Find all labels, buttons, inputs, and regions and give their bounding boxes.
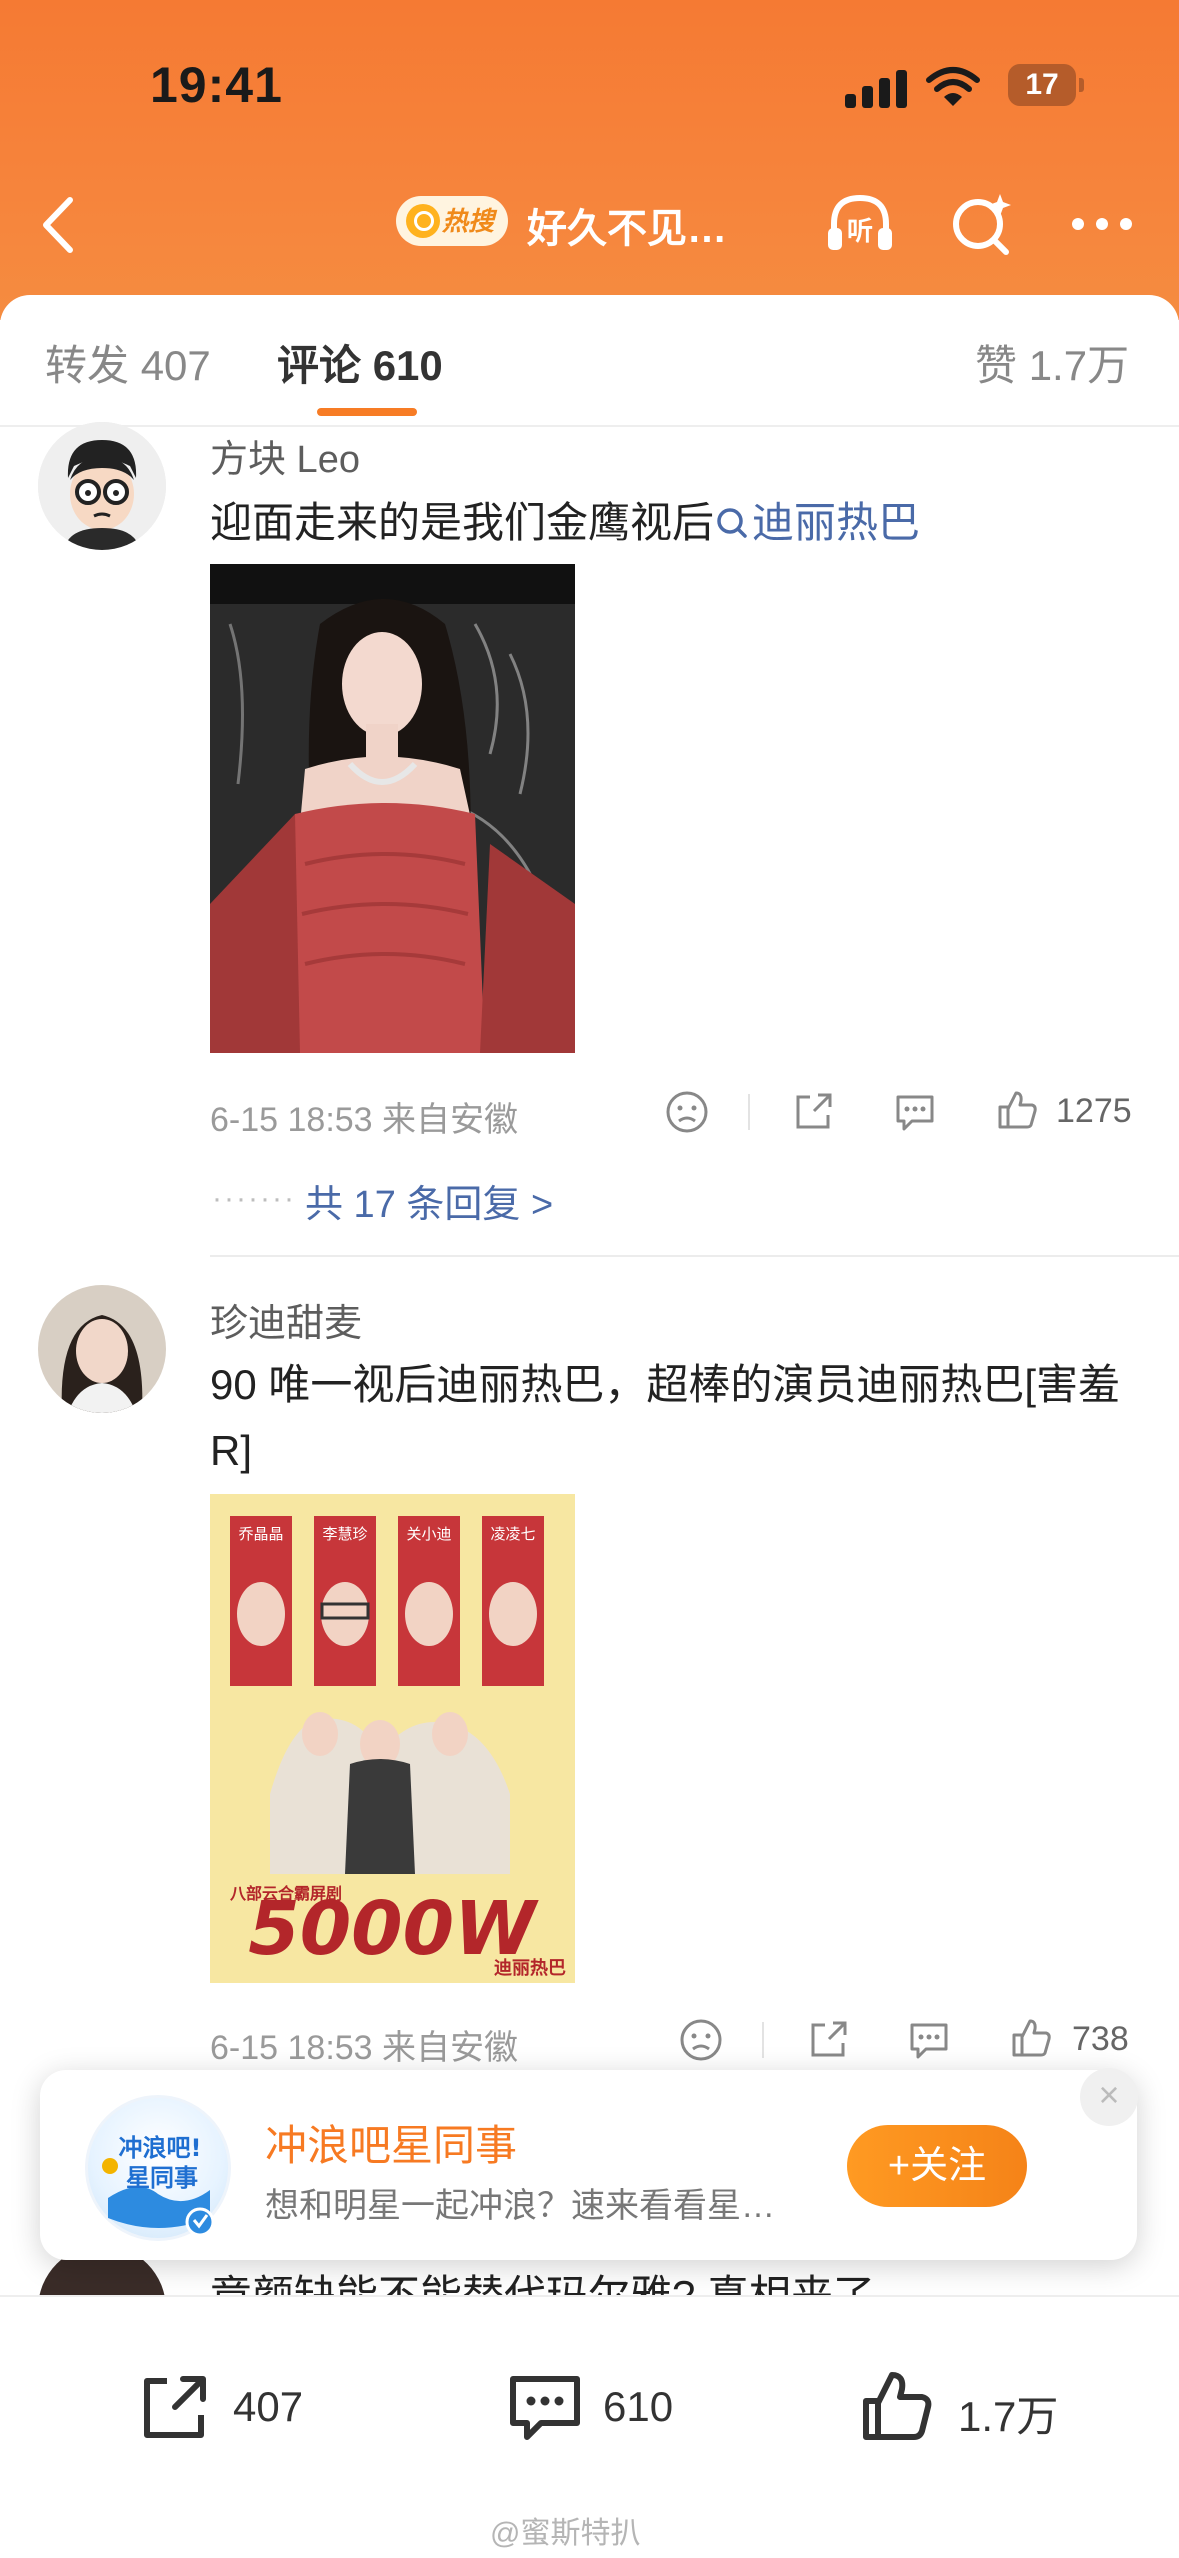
wifi-icon [926, 67, 980, 106]
avatar[interactable] [38, 422, 166, 550]
repost-count: 407 [233, 2383, 304, 2430]
reply-comment-icon[interactable] [892, 1089, 938, 1135]
tab-reposts[interactable]: 转发 407 [45, 332, 211, 393]
tab-likes[interactable]: 赞 1.7万 [975, 332, 1129, 393]
hot-search-badge[interactable]: 热搜 [396, 196, 508, 246]
logo-text-2: 星同事 [126, 2164, 198, 2192]
tab-bar: 转发 407 评论 610 赞 1.7万 [0, 300, 1179, 427]
logo-text-1: 冲浪吧! [119, 2134, 202, 2162]
action-separator [748, 1094, 750, 1130]
red-carpet-photo [210, 564, 575, 1053]
comment-text: 90 唯一视后迪丽热巴，超棒的演员迪丽热巴[害羞 R] [210, 1361, 1121, 1474]
surf-logo-icon: 冲浪吧! 星同事 [102, 2134, 215, 2237]
status-time: 19:41 [150, 57, 283, 113]
svg-text:听: 听 [847, 217, 873, 247]
poster-name-1: 乔晶晶 [238, 1525, 283, 1543]
repost-icon [144, 2376, 206, 2438]
drama-poster-image: 乔晶晶 李慧珍 关小迪 凌凌七 八部云合霸屏剧 5000W 迪丽热巴 [210, 1494, 575, 1983]
comment-photo[interactable]: 乔晶晶 李慧珍 关小迪 凌凌七 八部云合霸屏剧 5000W 迪丽热巴 [210, 1494, 575, 1983]
reply-comment-icon[interactable] [906, 2017, 952, 2063]
nav-bar: 热搜 好久不见… 听 [0, 170, 1179, 280]
dislike-face-icon[interactable] [664, 1089, 710, 1135]
more-options-icon[interactable] [1064, 184, 1144, 264]
like-count: 1275 [1056, 1092, 1132, 1130]
dislike-face-icon[interactable] [678, 2017, 724, 2063]
topic-link[interactable]: 迪丽热巴 [714, 499, 920, 546]
cartoon-avatar-icon [38, 422, 166, 550]
comment-icon [510, 2376, 580, 2440]
cellular-signal-icon [845, 68, 907, 108]
comment-text: 迎面走来的是我们金鹰视后 迪丽热巴 [210, 499, 921, 546]
like-thumb-icon[interactable] [1008, 2015, 1054, 2061]
page-title[interactable]: 好久不见… [527, 196, 727, 254]
poster-name-2: 李慧珍 [322, 1525, 367, 1543]
user-photo-avatar [38, 1285, 166, 1413]
follow-suggestion-popup: 冲浪吧! 星同事 冲浪吧星同事 想和明星一起冲浪？速来看看星… +关注 × [40, 2068, 1138, 2260]
account-name[interactable]: 冲浪吧星同事 [265, 2112, 517, 2173]
tab-comments[interactable]: 评论 610 [277, 332, 443, 393]
account-description: 想和明星一起冲浪？速来看看星… [265, 2187, 775, 2225]
account-avatar[interactable]: 冲浪吧! 星同事 [85, 2095, 231, 2241]
back-arrow-icon[interactable] [30, 190, 90, 260]
comment-button[interactable]: 610 [505, 2367, 705, 2447]
comment-username[interactable]: 珍迪甜麦 [210, 1292, 362, 1347]
comment-photo[interactable] [210, 564, 575, 1053]
share-icon[interactable] [790, 1089, 836, 1135]
comment-count: 610 [603, 2383, 674, 2430]
poster-name-4: 凌凌七 [490, 1525, 535, 1543]
listen-headphones-icon[interactable]: 听 [820, 184, 900, 264]
follow-button[interactable]: +关注 [847, 2125, 1027, 2207]
view-replies-link[interactable]: 共 17 条回复 > [305, 1173, 553, 1228]
like-thumb-icon[interactable] [994, 1087, 1040, 1133]
like-icon [863, 2372, 932, 2440]
active-tab-indicator [317, 408, 417, 416]
share-icon[interactable] [805, 2017, 851, 2063]
like-total: 1.7万 [958, 2393, 1059, 2440]
comment-meta: 6-15 18:53 来自安徽 [210, 1101, 519, 1139]
avatar[interactable] [38, 1285, 166, 1413]
like-button[interactable]: 1.7万 [858, 2367, 1078, 2447]
comment-divider [210, 1255, 1179, 1257]
poster-brand: 迪丽热巴 [494, 1957, 566, 1979]
repost-button[interactable]: 407 [135, 2367, 335, 2447]
comment-meta: 6-15 18:53 来自安徽 [210, 2029, 519, 2067]
like-count: 738 [1072, 2020, 1129, 2058]
search-sparkle-icon[interactable] [942, 184, 1022, 264]
topic-search-icon [717, 508, 747, 538]
reply-thread-dots: ······· [212, 1182, 296, 1215]
watermark: @蜜斯特扒 [490, 2517, 641, 2550]
poster-name-3: 关小迪 [406, 1525, 451, 1543]
action-separator [762, 2022, 764, 2058]
close-icon[interactable]: × [1080, 2068, 1138, 2126]
comment-username[interactable]: 方块 Leo [210, 428, 360, 483]
status-bar: 19:41 17 [0, 0, 1179, 170]
battery-indicator: 17 [1008, 64, 1084, 106]
hot-search-icon [406, 204, 440, 238]
